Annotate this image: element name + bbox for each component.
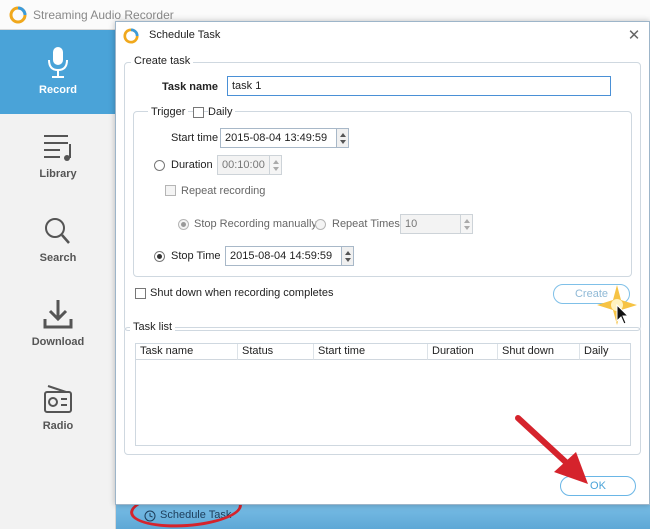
app-logo-icon	[123, 28, 139, 44]
column-header-shut-down[interactable]: Shut down	[498, 344, 580, 360]
shutdown-checkbox[interactable]	[135, 288, 146, 299]
app-logo-icon	[9, 6, 27, 24]
column-header-daily[interactable]: Daily	[580, 344, 630, 360]
duration-label: Duration	[171, 159, 213, 171]
start-time-label: Start time	[171, 132, 219, 144]
app-title: Streaming Audio Recorder	[33, 8, 174, 22]
task-name-input[interactable]: task 1	[227, 76, 611, 96]
close-icon[interactable]: ✕	[624, 26, 644, 46]
column-header-duration[interactable]: Duration	[428, 344, 498, 360]
start-time-spinner[interactable]	[336, 128, 349, 148]
repeat-recording-checkbox[interactable]	[165, 185, 176, 196]
sidebar-item-radio[interactable]: Radio	[0, 366, 116, 450]
stop-time-radio[interactable]	[154, 251, 165, 262]
stop-time-spinner[interactable]	[341, 246, 354, 266]
sidebar-item-record[interactable]: Record	[0, 30, 116, 114]
sidebar-item-label: Record	[39, 84, 77, 96]
repeat-times-spinner[interactable]	[460, 214, 473, 234]
red-arrow-icon	[515, 415, 588, 484]
repeat-times-label: Repeat Times	[332, 218, 400, 230]
stop-time-label: Stop Time	[171, 250, 221, 262]
sidebar-item-label: Download	[31, 336, 85, 348]
stop-time-input[interactable]: 2015-08-04 14:59:59	[225, 246, 343, 266]
music-list-icon	[44, 135, 71, 161]
sidebar-item-library[interactable]: Library	[0, 114, 116, 198]
duration-spinner[interactable]	[269, 155, 282, 175]
repeat-times-radio[interactable]	[315, 219, 326, 230]
dialog-title: Schedule Task	[149, 29, 221, 41]
stop-manually-label: Stop Recording manually	[194, 218, 317, 230]
repeat-times-input[interactable]: 10	[400, 214, 462, 234]
daily-checkbox[interactable]	[193, 107, 204, 118]
duration-radio[interactable]	[154, 160, 165, 171]
sidebar-item-label: Library	[39, 168, 77, 180]
sidebar-item-search[interactable]: Search	[0, 198, 116, 282]
task-name-label: Task name	[162, 81, 219, 93]
sidebar-item-download[interactable]: Download	[0, 282, 116, 366]
column-header-task-name[interactable]: Task name	[136, 344, 238, 360]
create-task-legend: Create task	[131, 55, 194, 67]
column-header-status[interactable]: Status	[238, 344, 314, 360]
mouse-cursor-icon	[616, 304, 630, 325]
download-icon	[43, 300, 73, 329]
trigger-legend: Trigger	[148, 106, 189, 118]
stop-manually-radio[interactable]	[178, 219, 189, 230]
microphone-icon	[48, 47, 68, 78]
app-sidebar: Record Library Search Download Radio	[0, 30, 116, 529]
shutdown-label: Shut down when recording completes	[150, 287, 334, 299]
start-time-input[interactable]: 2015-08-04 13:49:59	[220, 128, 338, 148]
dialog-titlebar[interactable]: Schedule Task ✕	[116, 22, 649, 50]
radio-icon	[44, 385, 72, 413]
repeat-recording-label: Repeat recording	[181, 185, 266, 197]
duration-input[interactable]: 00:10:00	[217, 155, 271, 175]
sidebar-item-label: Radio	[42, 420, 74, 432]
task-list-legend: Task list	[130, 321, 176, 333]
search-icon	[45, 218, 70, 244]
column-header-start-time[interactable]: Start time	[314, 344, 428, 360]
sidebar-item-label: Search	[39, 252, 77, 264]
daily-label: Daily	[208, 106, 236, 118]
